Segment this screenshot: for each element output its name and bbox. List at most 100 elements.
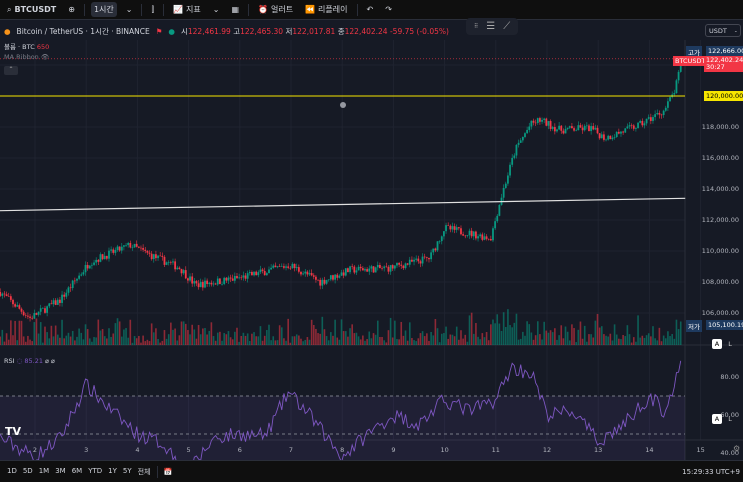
trendline-icon[interactable]: ⟋ (503, 21, 510, 32)
candle-body (300, 271, 302, 275)
volume-bar (285, 340, 287, 345)
volume-bar (95, 337, 97, 345)
range-button[interactable]: 5Y (123, 467, 132, 477)
volume-bar (120, 336, 123, 345)
candle-body (639, 120, 642, 123)
candle-body (7, 295, 10, 297)
volume-bar (547, 332, 550, 345)
volume-bar (310, 319, 313, 345)
price-axis-label: 110,000.00 (701, 247, 739, 255)
candle-body (340, 272, 343, 276)
currency-select[interactable]: USDT - (705, 24, 741, 37)
volume-bar (63, 338, 65, 345)
candle-body (347, 268, 349, 273)
flag-icon[interactable]: ⚑ (156, 27, 163, 36)
interval-button[interactable]: 1시간 (90, 2, 117, 17)
volume-bar (656, 340, 659, 345)
candle-body (494, 221, 497, 229)
candle-body (120, 246, 123, 251)
range-button[interactable]: 6M (72, 467, 83, 477)
volume-bar (334, 319, 336, 345)
candle-body (477, 236, 479, 239)
range-button[interactable]: 전체 (138, 467, 151, 477)
candle-body (227, 277, 230, 281)
volume-bar (210, 322, 213, 345)
drag-handle-icon[interactable]: ⠿ (474, 23, 478, 30)
range-button[interactable]: 1M (39, 467, 50, 477)
candle-body (615, 131, 618, 138)
candle-body (251, 272, 253, 276)
candle-type-icon[interactable]: ⫿ (148, 3, 157, 17)
volume-bar (315, 328, 317, 345)
volume-bar (61, 319, 63, 345)
indicators-button[interactable]: 📈 지표 (170, 2, 204, 17)
volume-bar (532, 339, 535, 345)
candle-body (660, 114, 663, 116)
volume-bar (251, 333, 253, 345)
range-button[interactable]: 5D (23, 467, 33, 477)
last-price-tag: 122,402.24 30:27 (704, 56, 743, 72)
candle-body (539, 118, 541, 122)
compare-button[interactable]: ⊕ (65, 3, 78, 16)
alert-button[interactable]: ⏰ 얼러트 (255, 2, 296, 17)
volume-bar (234, 331, 236, 345)
candle-body (310, 273, 313, 276)
candle-body (39, 308, 42, 312)
symbol-search[interactable]: ⌕ BTCUSDT (4, 3, 59, 17)
rsi-log-scale-button[interactable]: L (725, 414, 735, 424)
range-button[interactable]: 1D (7, 467, 17, 477)
redo-icon[interactable]: ↷ (382, 3, 395, 16)
candle-body (105, 255, 108, 259)
chevron-down-icon[interactable]: ⌄ (123, 3, 136, 16)
volume-bar (406, 340, 409, 345)
volume-bar (24, 341, 27, 345)
ma-ribbon-legend[interactable]: MA Ribbon 👁 (4, 53, 49, 61)
candle-body (116, 246, 119, 250)
calendar-icon[interactable]: 📅 (164, 468, 173, 476)
candle-body (123, 245, 125, 247)
range-button[interactable]: 1Y (108, 467, 117, 477)
candle-body (253, 271, 255, 276)
auto-scale-button[interactable]: A (712, 339, 722, 349)
candle-body (108, 250, 110, 259)
volume-bar (667, 331, 669, 345)
candle-body (400, 264, 403, 266)
replay-button[interactable]: ⏪ 리플레이 (302, 2, 350, 17)
candle-body (379, 264, 381, 269)
candle-body (647, 117, 650, 119)
volume-bar (485, 332, 488, 345)
volume-bar (434, 319, 437, 345)
volume-bar (536, 321, 539, 345)
candle-body (558, 125, 561, 130)
candle-body (306, 271, 309, 275)
candle-body (532, 120, 535, 123)
volume-bar (97, 319, 100, 345)
undo-icon[interactable]: ↶ (364, 3, 377, 16)
volume-bar (413, 340, 415, 345)
collapse-legend-button[interactable]: ⌃ (4, 66, 18, 75)
candle-body (658, 112, 661, 115)
rsi-auto-scale-button[interactable]: A (712, 414, 722, 424)
volume-bar (240, 335, 243, 345)
volume-bar (669, 336, 671, 345)
volume-bar (370, 338, 373, 345)
candle-body (201, 281, 204, 288)
candle-body (319, 279, 322, 286)
lines-icon[interactable]: ☰ (486, 21, 495, 32)
settings-icon[interactable]: ⚙ (733, 444, 740, 453)
chevron-down-icon[interactable]: ⌄ (210, 3, 223, 16)
layout-grid-icon[interactable]: ▦ (228, 3, 242, 16)
log-scale-button[interactable]: L (725, 339, 735, 349)
candle-body (393, 265, 396, 269)
candle-body (29, 316, 31, 318)
volume-bar (74, 340, 76, 345)
candle-body (415, 258, 418, 260)
candle-body (447, 225, 450, 226)
range-button[interactable]: 3M (55, 467, 66, 477)
candle-body (628, 125, 631, 127)
price-chart[interactable]: 2 3 4 5 6 7 8 9 10 11 12 13 14 15 (0, 20, 743, 460)
candle-body (357, 266, 360, 271)
range-button[interactable]: YTD (88, 467, 102, 477)
volume-bar (176, 340, 179, 345)
volume-bar (415, 341, 417, 345)
